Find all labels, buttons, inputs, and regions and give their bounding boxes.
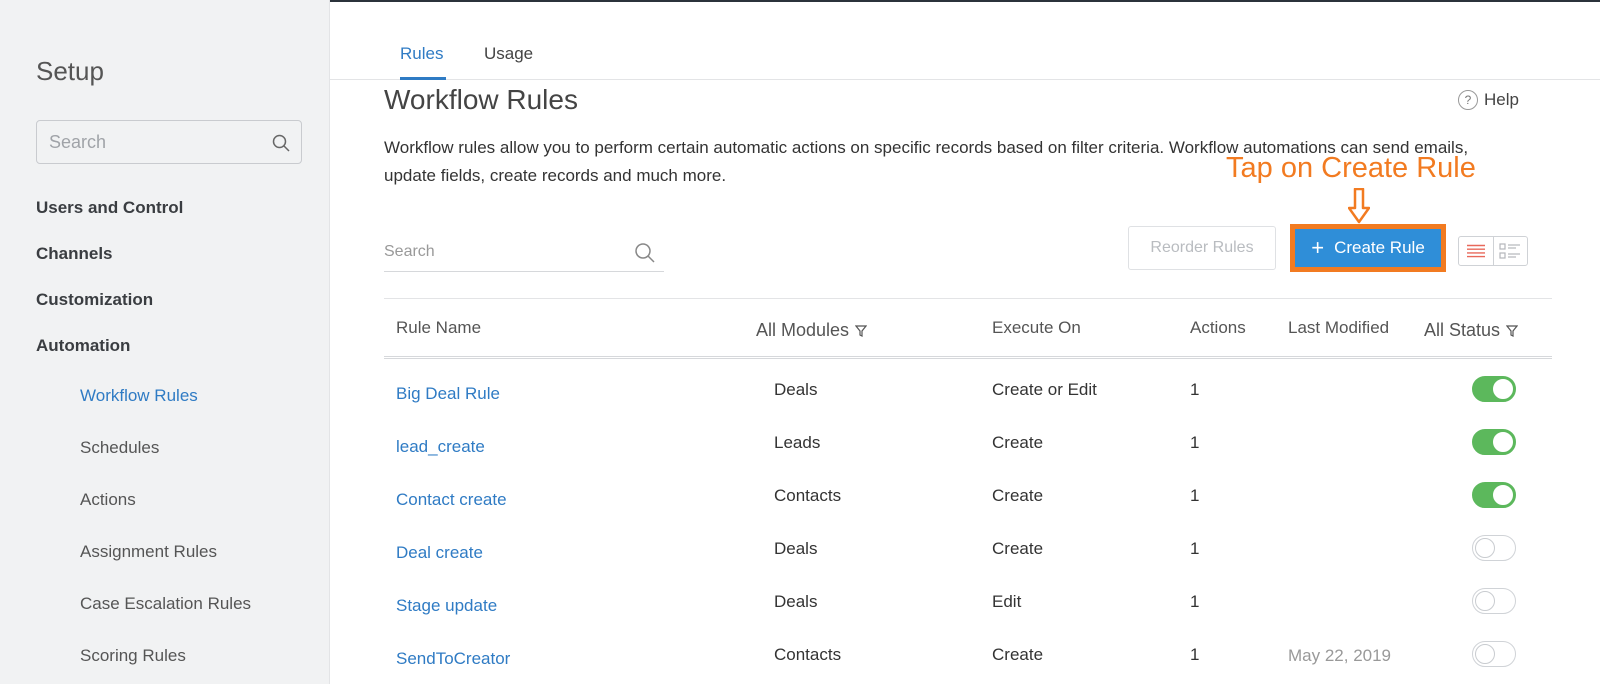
help-link[interactable]: ? Help <box>1458 90 1519 110</box>
tab-bar: Rules Usage <box>330 0 1600 80</box>
rule-execute-on: Create <box>992 433 1044 452</box>
filter-icon <box>1506 324 1519 337</box>
toggle-knob <box>1493 432 1513 452</box>
header-modules-filter[interactable]: All Modules <box>756 320 868 341</box>
detail-view-button[interactable] <box>1492 237 1527 265</box>
toggle-knob <box>1475 538 1495 558</box>
rule-module: Deals <box>774 380 818 399</box>
annotation-text: Tap on Create Rule <box>1226 152 1476 184</box>
reorder-rules-button[interactable]: Reorder Rules <box>1128 226 1276 270</box>
help-icon: ? <box>1458 90 1478 110</box>
sidebar: Setup Users and Control Channels Customi… <box>0 0 330 684</box>
header-execute-on: Execute On <box>992 318 1081 337</box>
rule-name-link[interactable]: Deal create <box>396 543 483 563</box>
sidebar-item-workflow-rules[interactable]: Workflow Rules <box>80 386 198 406</box>
rule-name-link[interactable]: Big Deal Rule <box>396 384 500 404</box>
rule-actions-count: 1 <box>1190 539 1200 558</box>
sidebar-item-users-and-control[interactable]: Users and Control <box>36 198 183 218</box>
sidebar-title: Setup <box>36 56 104 86</box>
sidebar-item-case-escalation-rules[interactable]: Case Escalation Rules <box>80 594 251 614</box>
rule-status-toggle[interactable] <box>1472 535 1516 561</box>
rule-status-toggle[interactable] <box>1472 429 1516 455</box>
rule-execute-on: Create <box>992 486 1044 505</box>
rule-module: Contacts <box>774 645 842 664</box>
sidebar-search <box>36 120 302 164</box>
active-tab-indicator <box>400 77 446 80</box>
detail-view-icon <box>1499 243 1521 259</box>
rule-actions-count: 1 <box>1190 645 1200 664</box>
rule-last-modified: May 22, 2019 <box>1288 646 1392 665</box>
header-last-modified: Last Modified <box>1288 318 1390 337</box>
sidebar-item-customization[interactable]: Customization <box>36 290 153 310</box>
tab-rules[interactable]: Rules <box>400 44 443 64</box>
table-row: Contact create Contacts Create 1 <box>384 482 1552 539</box>
rule-name-link[interactable]: Stage update <box>396 596 497 616</box>
create-rule-button[interactable]: + Create Rule <box>1295 229 1441 267</box>
search-icon[interactable] <box>634 242 656 264</box>
toggle-knob <box>1475 591 1495 611</box>
search-icon[interactable] <box>271 133 291 153</box>
toggle-knob <box>1493 485 1513 505</box>
help-label: Help <box>1484 90 1519 109</box>
table-row: Deal create Deals Create 1 <box>384 535 1552 592</box>
annotation-arrow-icon <box>1348 188 1370 224</box>
rule-module: Leads <box>774 433 821 452</box>
header-status-filter[interactable]: All Status <box>1424 320 1519 341</box>
filter-icon <box>855 324 868 337</box>
rule-status-toggle[interactable] <box>1472 588 1516 614</box>
table-row: lead_create Leads Create 1 <box>384 429 1552 486</box>
rule-execute-on: Create <box>992 645 1044 664</box>
rule-module: Deals <box>774 592 818 611</box>
view-toggle <box>1458 236 1528 266</box>
sidebar-item-assignment-rules[interactable]: Assignment Rules <box>80 542 217 562</box>
sidebar-item-scoring-rules[interactable]: Scoring Rules <box>80 646 186 666</box>
rule-execute-on: Create <box>992 539 1044 558</box>
create-rule-highlight: + Create Rule <box>1290 224 1446 272</box>
rule-status-toggle[interactable] <box>1472 641 1516 667</box>
rule-execute-on: Edit <box>992 592 1022 611</box>
sidebar-item-actions[interactable]: Actions <box>80 490 136 510</box>
list-view-icon <box>1466 244 1485 258</box>
toggle-knob <box>1493 379 1513 399</box>
header-rule-name: Rule Name <box>396 318 482 337</box>
rule-actions-count: 1 <box>1190 486 1200 505</box>
rule-module: Contacts <box>774 486 842 505</box>
plus-icon: + <box>1311 235 1325 260</box>
table-row: Big Deal Rule Deals Create or Edit 1 <box>384 376 1552 433</box>
rule-name-link[interactable]: lead_create <box>396 437 485 457</box>
rule-execute-on: Create or Edit <box>992 380 1097 399</box>
table-row: SendToCreator Contacts Create 1 May 22, … <box>384 641 1552 684</box>
rule-module: Deals <box>774 539 818 558</box>
sidebar-item-automation[interactable]: Automation <box>36 336 130 356</box>
rule-actions-count: 1 <box>1190 433 1200 452</box>
sidebar-search-input[interactable] <box>37 121 257 163</box>
rule-status-toggle[interactable] <box>1472 376 1516 402</box>
list-view-button[interactable] <box>1459 237 1493 265</box>
sidebar-item-schedules[interactable]: Schedules <box>80 438 159 458</box>
page-title: Workflow Rules <box>384 84 578 115</box>
rule-status-toggle[interactable] <box>1472 482 1516 508</box>
rules-search-input[interactable] <box>384 234 624 270</box>
rule-actions-count: 1 <box>1190 592 1200 611</box>
table-top-divider <box>384 298 1552 299</box>
create-rule-label: Create Rule <box>1334 238 1425 257</box>
rule-name-link[interactable]: Contact create <box>396 490 507 510</box>
tab-usage[interactable]: Usage <box>484 44 533 64</box>
sidebar-item-channels[interactable]: Channels <box>36 244 113 264</box>
toggle-knob <box>1475 644 1495 664</box>
rule-name-link[interactable]: SendToCreator <box>396 649 510 669</box>
header-actions: Actions <box>1190 318 1246 337</box>
rules-search <box>384 234 664 272</box>
table-row: Stage update Deals Edit 1 <box>384 588 1552 645</box>
rule-actions-count: 1 <box>1190 380 1200 399</box>
table-header-divider <box>384 356 1552 359</box>
